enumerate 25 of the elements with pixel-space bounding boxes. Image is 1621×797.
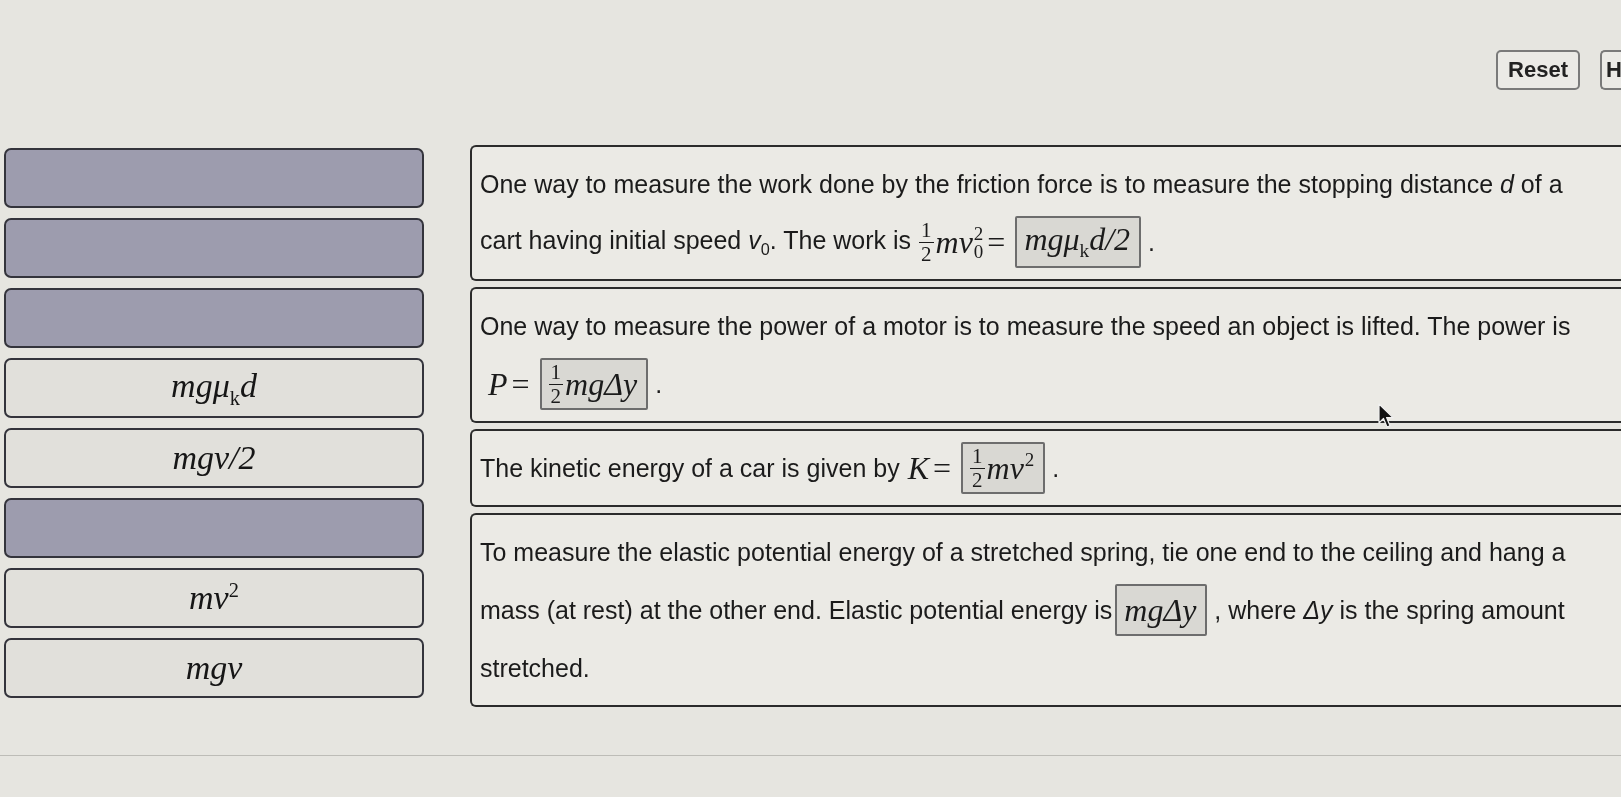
answer-tile[interactable]: mv$^{2}$: [4, 568, 424, 628]
statement-text: cart having initial speed v$_{0}$. The work is: [480, 225, 911, 259]
statement-text: stretched.: [480, 653, 590, 683]
reset-button[interactable]: Reset: [1496, 50, 1580, 90]
statement-text: The kinetic energy of a car is given by: [480, 453, 900, 483]
statement-text: To measure the elastic potential energy of a stretched spring, tie one end to the ceiling and hang a: [480, 537, 1566, 567]
answer-tile[interactable]: mgv: [4, 638, 424, 698]
cut-off-button[interactable]: H: [1600, 50, 1621, 90]
used-tile[interactable]: [4, 498, 424, 558]
formula: K=: [907, 449, 953, 487]
answer-box[interactable]: mgμ$_{k}$d/2: [1015, 216, 1142, 268]
statement-text: One way to measure the power of a motor is to measure the speed an object is lifted. The power is: [480, 311, 1571, 341]
statement-text: .: [1148, 227, 1155, 257]
statement-text: , where Δy is the spring amount: [1214, 595, 1565, 625]
used-tile[interactable]: [4, 148, 424, 208]
formula: P=: [488, 365, 531, 403]
answer-box[interactable]: mgΔy: [1115, 584, 1208, 636]
statement-text: .: [1052, 453, 1060, 483]
statement-text: mass (at rest) at the other end. Elastic potential energy is: [480, 595, 1113, 625]
statement-text: .: [655, 369, 663, 399]
answer-tile[interactable]: mgμ$_{k}$d: [4, 358, 424, 418]
answer-tile[interactable]: mgv/2: [4, 428, 424, 488]
used-tile[interactable]: [4, 218, 424, 278]
used-tile[interactable]: [4, 288, 424, 348]
statement-text: One way to measure the work done by the friction force is to measure the stopping distance d of a: [480, 169, 1563, 199]
